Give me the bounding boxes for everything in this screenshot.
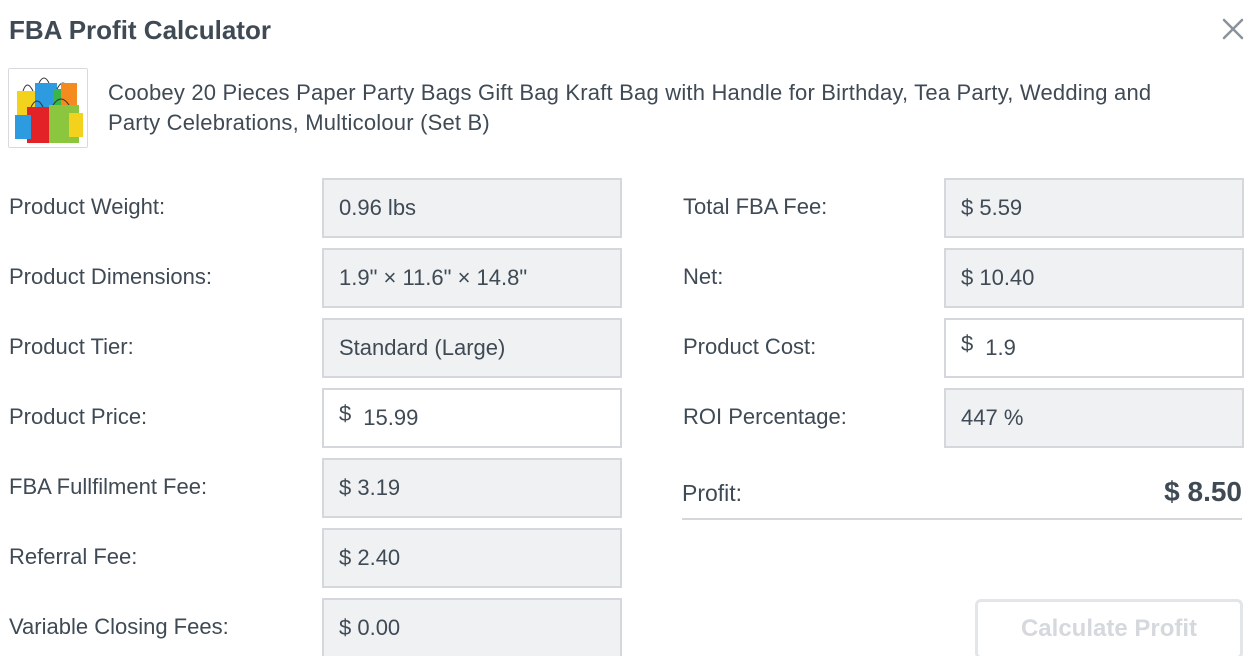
product-price-label: Product Price: <box>9 404 148 429</box>
product-cost-field[interactable]: $ <box>944 318 1244 378</box>
fba-fulfilment-fee-value: $ 3.19 <box>339 475 401 500</box>
product-weight-label: Product Weight: <box>9 194 166 219</box>
product-cost-input[interactable] <box>985 335 1186 361</box>
product-dimensions-value: 1.9" × 11.6" × 14.8" <box>339 265 528 290</box>
roi-percentage-label: ROI Percentage: <box>683 404 847 429</box>
roi-percentage-field: 447 % <box>944 388 1244 448</box>
currency-symbol: $ <box>961 331 974 356</box>
variable-closing-fees-field: $ 0.00 <box>322 598 622 656</box>
fba-profit-calculator-modal: FBA Profit Calculator Coobey 20 Pieces P… <box>0 0 1254 656</box>
profit-row: Profit: $ 8.50 <box>682 476 1242 520</box>
close-icon[interactable] <box>1220 16 1246 42</box>
net-field: $ 10.40 <box>944 248 1244 308</box>
currency-symbol: $ <box>339 401 352 426</box>
product-title: Coobey 20 Pieces Paper Party Bags Gift B… <box>108 80 1152 135</box>
total-fba-fee-label: Total FBA Fee: <box>683 194 828 219</box>
fba-fulfilment-fee-field: $ 3.19 <box>322 458 622 518</box>
profit-value: $ 8.50 <box>1164 476 1242 507</box>
roi-percentage-value: 447 % <box>961 405 1024 430</box>
product-tier-label: Product Tier: <box>9 334 134 359</box>
calculate-profit-button[interactable]: Calculate Profit <box>975 599 1243 656</box>
total-fba-fee-field: $ 5.59 <box>944 178 1244 238</box>
total-fba-fee-value: $ 5.59 <box>961 195 1023 220</box>
variable-closing-fees-label: Variable Closing Fees: <box>9 614 229 639</box>
product-dimensions-field: 1.9" × 11.6" × 14.8" <box>322 248 622 308</box>
net-label: Net: <box>683 264 724 289</box>
product-dimensions-label: Product Dimensions: <box>9 264 212 289</box>
product-price-input[interactable] <box>363 405 564 431</box>
product-image <box>8 68 88 148</box>
profit-label: Profit: <box>682 480 743 506</box>
product-cost-label: Product Cost: <box>683 334 817 359</box>
product-weight-value: 0.96 lbs <box>339 195 417 220</box>
product-tier-field: Standard (Large) <box>322 318 622 378</box>
referral-fee-field: $ 2.40 <box>322 528 622 588</box>
referral-fee-label: Referral Fee: <box>9 544 138 569</box>
gift-bags-image <box>15 77 83 143</box>
net-value: $ 10.40 <box>961 265 1035 290</box>
product-tier-value: Standard (Large) <box>339 335 506 360</box>
variable-closing-fees-value: $ 0.00 <box>339 615 401 640</box>
product-price-field[interactable]: $ <box>322 388 622 448</box>
referral-fee-value: $ 2.40 <box>339 545 401 570</box>
modal-title: FBA Profit Calculator <box>9 15 271 45</box>
fba-fulfilment-fee-label: FBA Fullfilment Fee: <box>9 474 208 499</box>
product-weight-field: 0.96 lbs <box>322 178 622 238</box>
